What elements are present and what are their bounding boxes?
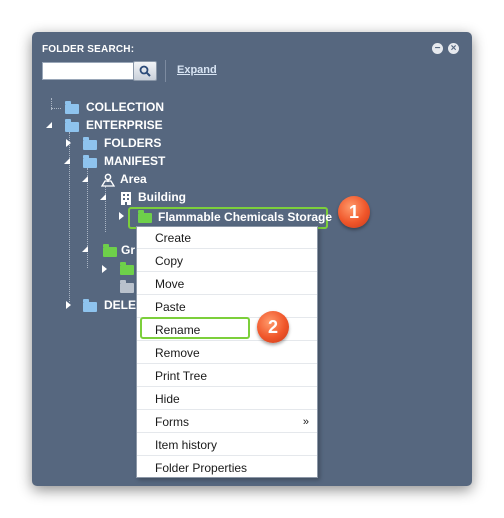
- step-badge-1: 1: [338, 196, 370, 228]
- step-badge-2: 2: [257, 311, 289, 343]
- folder-icon: [120, 280, 134, 293]
- folder-icon: [65, 101, 79, 114]
- building-icon: [121, 192, 131, 205]
- close-icon[interactable]: ×: [448, 43, 459, 54]
- tree-item-building[interactable]: Building: [138, 190, 186, 204]
- tree-connector: [105, 186, 106, 232]
- folder-icon: [83, 299, 97, 312]
- expand-icon[interactable]: [102, 265, 107, 273]
- menu-item-label: Paste: [155, 300, 186, 314]
- folder-icon: [65, 119, 79, 132]
- minimize-icon[interactable]: −: [432, 43, 443, 54]
- collapse-icon[interactable]: [46, 122, 52, 128]
- expand-link[interactable]: Expand: [177, 64, 217, 76]
- menu-item-label: Folder Properties: [155, 461, 248, 475]
- tree-item-area[interactable]: Area: [120, 172, 147, 186]
- expand-icon[interactable]: [66, 301, 71, 309]
- folder-icon: [103, 244, 117, 257]
- search-input[interactable]: [42, 62, 136, 80]
- menu-item-print-tree[interactable]: Print Tree: [137, 365, 317, 387]
- menu-item-item-history[interactable]: Item history: [137, 434, 317, 456]
- search-button[interactable]: [133, 61, 157, 81]
- menu-item-create[interactable]: Create: [137, 227, 317, 249]
- menu-item-label: Print Tree: [155, 369, 208, 383]
- menu-item-paste[interactable]: Paste: [137, 296, 317, 318]
- menu-item-label: Hide: [155, 392, 180, 406]
- expand-icon[interactable]: [119, 212, 124, 220]
- collapse-icon[interactable]: [64, 158, 70, 164]
- panel-title: FOLDER SEARCH:: [42, 44, 135, 55]
- menu-item-label: Create: [155, 231, 192, 245]
- submenu-arrow-icon: »: [302, 416, 309, 428]
- menu-item-label: Copy: [155, 254, 184, 268]
- folder-icon: [120, 262, 134, 275]
- tree-item-folders[interactable]: FOLDERS: [104, 136, 161, 150]
- search-icon: [139, 65, 151, 77]
- collapse-icon[interactable]: [82, 246, 88, 252]
- tree-connector: [87, 168, 88, 268]
- menu-item-label: Item history: [155, 438, 218, 452]
- tree-item-deleted[interactable]: DELE: [104, 298, 136, 312]
- expand-icon[interactable]: [66, 139, 71, 147]
- tree-item-enterprise[interactable]: ENTERPRISE: [86, 118, 163, 132]
- menu-item-move[interactable]: Move: [137, 273, 317, 295]
- menu-item-remove[interactable]: Remove: [137, 342, 317, 364]
- context-menu: Create Copy Move Paste Rename Remove Pri…: [136, 226, 318, 478]
- tree-item-flammable-chemicals-storage[interactable]: Flammable Chemicals Storage: [158, 210, 332, 224]
- rename-highlight: [140, 317, 250, 339]
- menu-item-label: Forms: [155, 415, 189, 429]
- collapse-icon[interactable]: [100, 194, 106, 200]
- menu-item-hide[interactable]: Hide: [137, 388, 317, 410]
- menu-item-label: Move: [155, 277, 185, 291]
- menu-item-label: Remove: [155, 346, 200, 360]
- folder-search-panel: FOLDER SEARCH: − × Expand COLLECTION ENT…: [32, 32, 472, 486]
- folder-icon: [83, 137, 97, 150]
- tree-item-group[interactable]: Gr: [121, 243, 135, 257]
- tree-connector: [51, 108, 61, 109]
- collapse-icon[interactable]: [82, 176, 88, 182]
- menu-item-copy[interactable]: Copy: [137, 250, 317, 272]
- menu-item-forms[interactable]: Forms »: [137, 411, 317, 433]
- tree-item-collection[interactable]: COLLECTION: [86, 100, 164, 114]
- tree-item-manifest[interactable]: MANIFEST: [104, 154, 165, 168]
- area-icon: [101, 173, 115, 187]
- folder-icon: [138, 210, 152, 223]
- toolbar-divider: [165, 60, 166, 82]
- folder-icon: [83, 155, 97, 168]
- menu-item-folder-properties[interactable]: Folder Properties: [137, 457, 317, 479]
